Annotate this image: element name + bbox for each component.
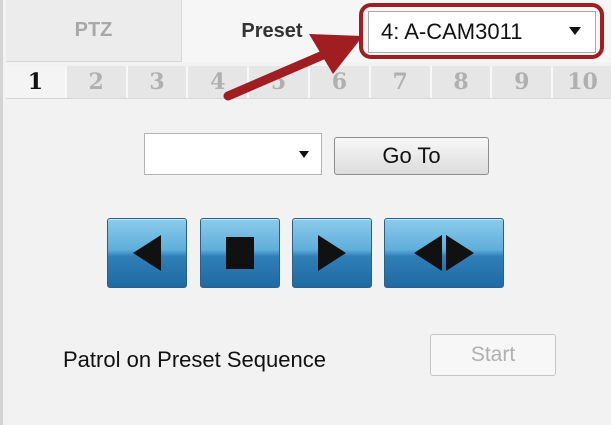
divider xyxy=(6,98,611,99)
start-patrol-button[interactable]: Start xyxy=(430,334,556,376)
tab-ptz[interactable]: PTZ xyxy=(6,0,182,62)
chevron-down-icon xyxy=(569,27,581,35)
preset-panel: PTZ Preset 4: A-CAM3011 1 2 3 4 5 6 7 8 … xyxy=(0,0,611,425)
triangle-left-icon xyxy=(133,235,161,271)
left-right-icon xyxy=(414,235,474,271)
preset-number-9[interactable]: 9 xyxy=(492,66,554,98)
stop-button[interactable] xyxy=(200,218,280,288)
previous-preset-button[interactable] xyxy=(107,218,187,288)
preset-number-4[interactable]: 4 xyxy=(188,66,250,98)
preset-number-2[interactable]: 2 xyxy=(66,66,128,98)
preset-number-row: 1 2 3 4 5 6 7 8 9 10 xyxy=(6,66,611,98)
preset-number-5[interactable]: 5 xyxy=(249,66,310,98)
preset-number-3[interactable]: 3 xyxy=(127,66,189,98)
preset-number-1[interactable]: 1 xyxy=(6,66,67,98)
next-preset-button[interactable] xyxy=(292,218,372,288)
preset-number-10[interactable]: 10 xyxy=(553,66,611,98)
preset-number-7[interactable]: 7 xyxy=(370,66,432,98)
camera-select-value: 4: A-CAM3011 xyxy=(381,19,523,44)
square-stop-icon xyxy=(226,237,254,269)
goto-button[interactable]: Go To xyxy=(334,137,489,175)
cycle-presets-button[interactable] xyxy=(384,218,504,288)
tab-preset[interactable]: Preset xyxy=(182,0,362,62)
chevron-down-icon xyxy=(299,151,309,158)
preset-number-8[interactable]: 8 xyxy=(431,66,493,98)
preset-select[interactable] xyxy=(144,133,322,175)
triangle-right-icon xyxy=(318,235,346,271)
preset-number-6[interactable]: 6 xyxy=(309,66,371,98)
patrol-label: Patrol on Preset Sequence xyxy=(63,347,326,372)
camera-select[interactable]: 4: A-CAM3011 xyxy=(368,11,596,53)
